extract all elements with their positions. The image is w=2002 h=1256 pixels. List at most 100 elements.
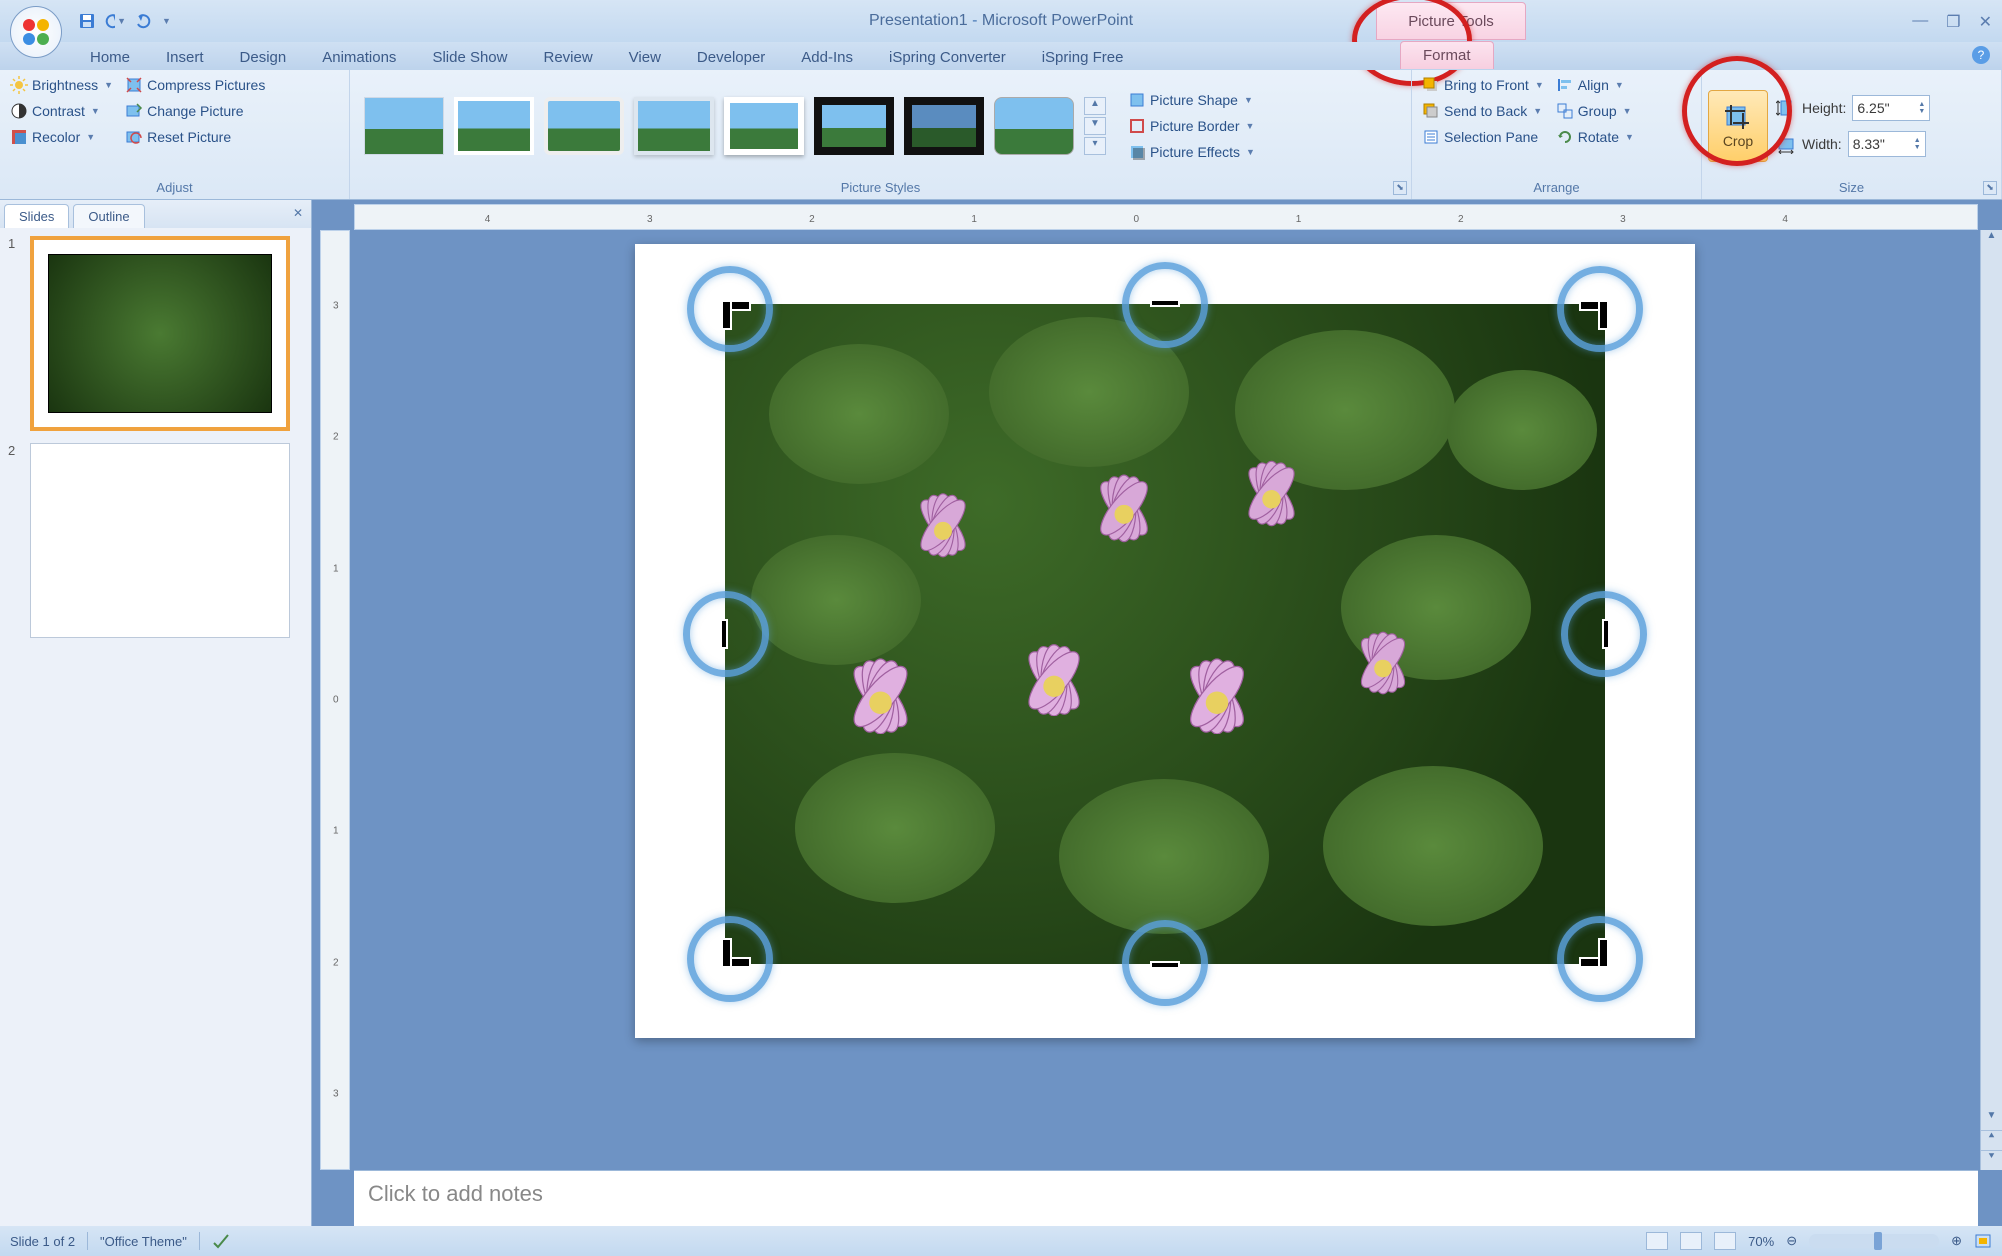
reset-picture-icon bbox=[125, 128, 143, 146]
tab-insert[interactable]: Insert bbox=[148, 45, 222, 70]
view-sorter-button[interactable] bbox=[1680, 1232, 1702, 1250]
rotate-button[interactable]: Rotate▼ bbox=[1552, 126, 1638, 148]
align-icon bbox=[1556, 76, 1574, 94]
tab-ispring-free[interactable]: iSpring Free bbox=[1024, 45, 1142, 70]
picture-shape-button[interactable]: Picture Shape▼ bbox=[1124, 89, 1259, 111]
close-button[interactable]: ✕ bbox=[1979, 12, 1992, 32]
height-icon bbox=[1776, 98, 1796, 118]
redo-button[interactable] bbox=[132, 10, 154, 32]
send-to-back-button[interactable]: Send to Back▼ bbox=[1418, 100, 1548, 122]
brightness-button[interactable]: Brightness▼ bbox=[6, 74, 117, 96]
picture-effects-button[interactable]: Picture Effects▼ bbox=[1124, 141, 1259, 163]
gallery-scroll[interactable]: ▲▼▾ bbox=[1084, 97, 1106, 155]
tab-developer[interactable]: Developer bbox=[679, 45, 783, 70]
work-area: Slides Outline ✕ 1 2 4 3 2 1 0 1 2 3 4 bbox=[0, 200, 2002, 1226]
tab-format[interactable]: Format bbox=[1400, 41, 1494, 69]
view-normal-button[interactable] bbox=[1646, 1232, 1668, 1250]
save-button[interactable] bbox=[76, 10, 98, 32]
qat-customize-button[interactable]: ▼ bbox=[162, 16, 171, 26]
tab-ispring-converter[interactable]: iSpring Converter bbox=[871, 45, 1024, 70]
effects-icon bbox=[1128, 143, 1146, 161]
pane-close-button[interactable]: ✕ bbox=[293, 206, 303, 220]
slide-thumb-2[interactable]: 2 bbox=[8, 443, 303, 638]
notes-pane[interactable]: Click to add notes bbox=[354, 1170, 1978, 1226]
change-picture-button[interactable]: Change Picture bbox=[121, 100, 269, 122]
undo-button[interactable]: ▼ bbox=[104, 10, 126, 32]
tab-animations[interactable]: Animations bbox=[304, 45, 414, 70]
tab-view[interactable]: View bbox=[611, 45, 679, 70]
prev-slide-button[interactable]: ⯅ bbox=[1981, 1130, 2002, 1150]
height-input[interactable]: 6.25"▲▼ bbox=[1852, 95, 1930, 121]
crop-handle-br[interactable] bbox=[1581, 940, 1609, 968]
tab-slideshow[interactable]: Slide Show bbox=[414, 45, 525, 70]
send-back-icon bbox=[1422, 102, 1440, 120]
thumb-number: 2 bbox=[8, 443, 22, 638]
style-thumb[interactable] bbox=[454, 97, 534, 155]
picture-styles-gallery[interactable]: ▲▼▾ bbox=[356, 93, 1114, 159]
width-icon bbox=[1776, 134, 1796, 154]
tab-home[interactable]: Home bbox=[72, 45, 148, 70]
office-button[interactable] bbox=[10, 6, 62, 58]
crop-handle-bl[interactable] bbox=[721, 940, 749, 968]
zoom-in-button[interactable]: ⊕ bbox=[1951, 1233, 1962, 1249]
slide-canvas[interactable] bbox=[635, 244, 1695, 1038]
style-thumb[interactable] bbox=[544, 97, 624, 155]
zoom-out-button[interactable]: ⊖ bbox=[1786, 1233, 1797, 1249]
selection-pane-button[interactable]: Selection Pane bbox=[1418, 126, 1548, 148]
group-icon bbox=[1556, 102, 1574, 120]
width-label: Width: bbox=[1802, 136, 1842, 152]
slide-thumb-1[interactable]: 1 bbox=[8, 236, 303, 431]
recolor-button[interactable]: Recolor▼ bbox=[6, 126, 117, 148]
crop-handle-right[interactable] bbox=[1602, 619, 1610, 649]
style-thumb[interactable] bbox=[994, 97, 1074, 155]
crop-button[interactable]: Crop bbox=[1708, 90, 1768, 162]
restore-button[interactable]: ❐ bbox=[1946, 12, 1960, 32]
align-button[interactable]: Align▼ bbox=[1552, 74, 1638, 96]
vertical-scrollbar[interactable]: ▲ ▼ ⯅ ⯆ bbox=[1980, 230, 2002, 1170]
style-thumb[interactable] bbox=[904, 97, 984, 155]
contrast-button[interactable]: Contrast▼ bbox=[6, 100, 117, 122]
zoom-slider[interactable] bbox=[1809, 1234, 1939, 1248]
style-thumb[interactable] bbox=[814, 97, 894, 155]
pane-tab-slides[interactable]: Slides bbox=[4, 204, 69, 228]
reset-picture-button[interactable]: Reset Picture bbox=[121, 126, 269, 148]
compress-pictures-button[interactable]: Compress Pictures bbox=[121, 74, 269, 96]
style-thumb[interactable] bbox=[364, 97, 444, 155]
tab-addins[interactable]: Add-Ins bbox=[783, 45, 871, 70]
save-icon bbox=[78, 12, 96, 30]
size-launcher[interactable]: ⬊ bbox=[1983, 181, 1997, 195]
picture-object[interactable] bbox=[725, 304, 1605, 964]
tab-design[interactable]: Design bbox=[222, 45, 305, 70]
crop-handle-tr[interactable] bbox=[1581, 300, 1609, 328]
group-button[interactable]: Group▼ bbox=[1552, 100, 1638, 122]
spellcheck-icon[interactable] bbox=[212, 1233, 230, 1249]
picture-border-button[interactable]: Picture Border▼ bbox=[1124, 115, 1259, 137]
width-input[interactable]: 8.33"▲▼ bbox=[1848, 131, 1926, 157]
slide-panel: Slides Outline ✕ 1 2 bbox=[0, 200, 312, 1226]
group-label-arrange: Arrange bbox=[1418, 178, 1695, 197]
next-slide-button[interactable]: ⯆ bbox=[1981, 1150, 2002, 1170]
fit-to-window-button[interactable] bbox=[1974, 1233, 1992, 1249]
group-arrange: Bring to Front▼ Send to Back▼ Selection … bbox=[1412, 70, 1702, 199]
status-theme: "Office Theme" bbox=[100, 1234, 187, 1249]
bring-to-front-button[interactable]: Bring to Front▼ bbox=[1418, 74, 1548, 96]
selection-pane-icon bbox=[1422, 128, 1440, 146]
minimize-button[interactable]: — bbox=[1912, 12, 1928, 32]
compress-icon bbox=[125, 76, 143, 94]
height-label: Height: bbox=[1802, 100, 1846, 116]
crop-handle-left[interactable] bbox=[720, 619, 728, 649]
pane-tabs: Slides Outline ✕ bbox=[0, 200, 311, 228]
pane-tab-outline[interactable]: Outline bbox=[73, 204, 144, 228]
styles-launcher[interactable]: ⬊ bbox=[1393, 181, 1407, 195]
style-thumb[interactable] bbox=[724, 97, 804, 155]
help-button[interactable]: ? bbox=[1972, 46, 1990, 64]
status-bar: Slide 1 of 2 "Office Theme" 70% ⊖ ⊕ bbox=[0, 1226, 2002, 1256]
view-slideshow-button[interactable] bbox=[1714, 1232, 1736, 1250]
crop-handle-bottom[interactable] bbox=[1150, 961, 1180, 969]
tab-review[interactable]: Review bbox=[525, 45, 610, 70]
crop-handle-top[interactable] bbox=[1150, 299, 1180, 307]
style-thumb[interactable] bbox=[634, 97, 714, 155]
crop-handle-tl[interactable] bbox=[721, 300, 749, 328]
group-label-size: Size bbox=[1708, 178, 1995, 197]
ribbon: Brightness▼ Contrast▼ Recolor▼ Compress … bbox=[0, 70, 2002, 200]
